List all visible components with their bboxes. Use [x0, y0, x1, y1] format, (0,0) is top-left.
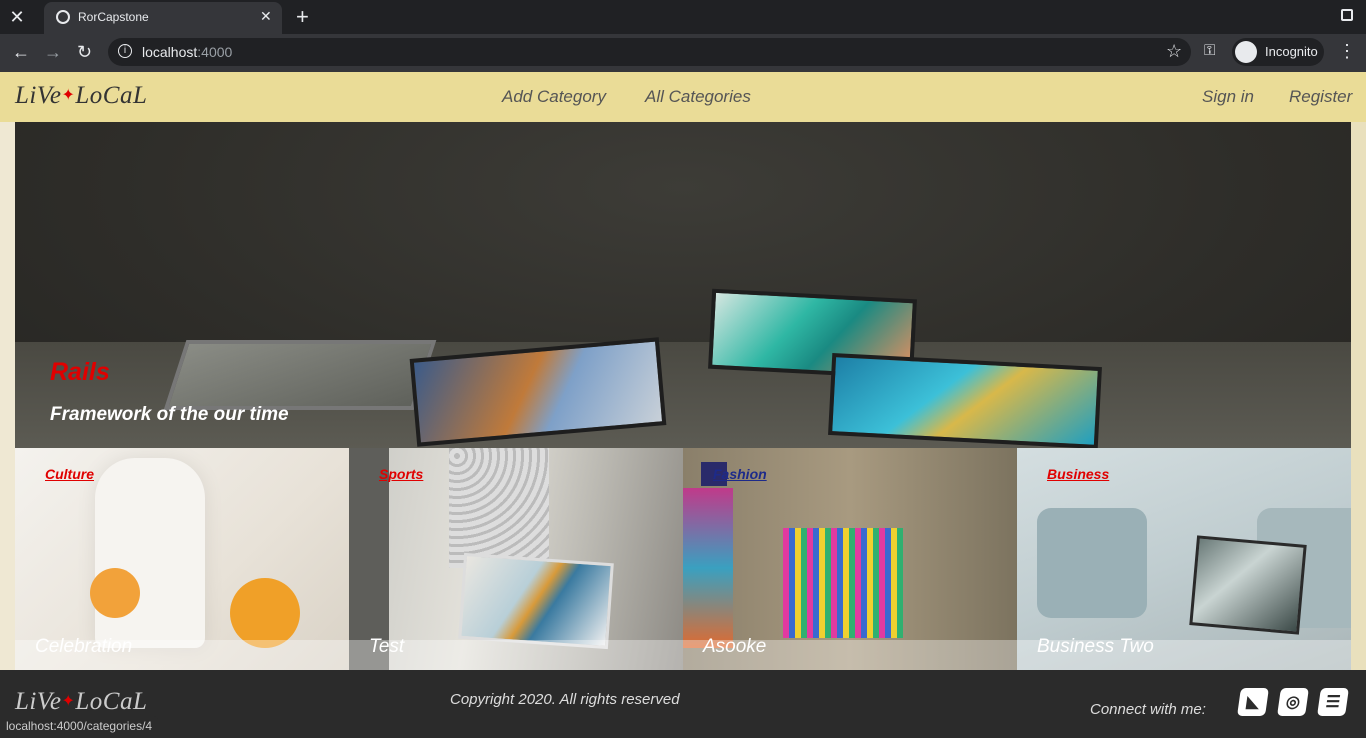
laptop-lid-image	[163, 340, 437, 410]
card-title[interactable]: Celebration	[35, 636, 132, 658]
forward-icon[interactable]: →	[44, 42, 62, 63]
browser-status-url: localhost:4000/categories/4	[0, 716, 159, 738]
card-image-orange	[230, 578, 300, 648]
category-card-business[interactable]: Business Business Two	[1017, 448, 1351, 670]
card-image-sculpture	[95, 458, 205, 648]
new-tab-icon[interactable]: +	[296, 4, 309, 30]
nav-register[interactable]: Register	[1289, 87, 1352, 107]
card-image-armchair	[1037, 508, 1147, 618]
browser-toolbar: ← → ↻ i localhost:4000 ☆	[0, 34, 1366, 72]
globe-icon	[56, 10, 70, 24]
browser-menu-icon[interactable]: ⋮	[1338, 41, 1356, 62]
tab-title: RorCapstone	[78, 10, 149, 24]
page-margin-left	[0, 122, 15, 670]
card-title[interactable]: Asooke	[703, 636, 766, 658]
site-footer: LiVe✦LoCaL Copyright 2020. All rights re…	[0, 670, 1366, 738]
incognito-icon	[1235, 41, 1257, 63]
back-icon[interactable]: ←	[12, 42, 30, 63]
connect-label: Connect with me:	[1090, 701, 1206, 718]
card-image-threads	[783, 528, 903, 638]
hero-title[interactable]: Framework of the our time	[50, 404, 289, 426]
address-bar[interactable]: i localhost:4000 ☆	[108, 38, 1191, 66]
url-text: localhost:4000	[142, 44, 233, 60]
browser-tab[interactable]: RorCapstone ✕	[44, 2, 282, 34]
key-icon[interactable]: ⚿	[1204, 42, 1215, 59]
category-card-sports[interactable]: Sports Test	[349, 448, 683, 670]
card-title[interactable]: Business Two	[1037, 636, 1154, 658]
copyright-text: Copyright 2020. All rights reserved	[450, 691, 680, 708]
url-port: :4000	[197, 44, 233, 60]
reload-icon[interactable]: ↻	[77, 42, 92, 63]
incognito-indicator[interactable]: Incognito	[1232, 38, 1324, 66]
nav-all-categories[interactable]: All Categories	[645, 87, 751, 107]
card-title[interactable]: Test	[369, 636, 404, 658]
incognito-label: Incognito	[1265, 44, 1318, 59]
category-card-culture[interactable]: Culture Celebration	[15, 448, 349, 670]
card-category-link[interactable]: Fashion	[713, 466, 767, 482]
info-icon[interactable]: i	[118, 44, 132, 58]
card-image-orange	[90, 568, 140, 618]
card-image-fabric	[683, 488, 733, 648]
social-link-icon[interactable]: ◣	[1237, 688, 1269, 716]
hero-category[interactable]: Rails	[50, 358, 110, 387]
card-image-laptop	[458, 552, 614, 650]
browser-tab-bar: ✕ RorCapstone ✕ +	[0, 0, 1366, 34]
footer-logo[interactable]: LiVe✦LoCaL	[15, 688, 147, 716]
nav-add-category[interactable]: Add Category	[502, 87, 606, 107]
card-image-panel	[449, 448, 549, 568]
card-category-link[interactable]: Culture	[45, 466, 94, 482]
page-margin-right	[1351, 122, 1366, 670]
laptop-screen-image	[828, 352, 1102, 448]
site-logo[interactable]: LiVe✦LoCaL	[15, 82, 147, 110]
social-link-icon[interactable]: ◎	[1277, 688, 1309, 716]
category-card-fashion[interactable]: Fashion Asooke	[683, 448, 1017, 670]
card-category-link[interactable]: Business	[1047, 466, 1109, 482]
social-link-icon[interactable]: ☰	[1317, 688, 1349, 716]
nav-sign-in[interactable]: Sign in	[1202, 87, 1254, 107]
bookmark-star-icon[interactable]: ☆	[1166, 41, 1182, 62]
close-tab-icon[interactable]: ✕	[260, 8, 272, 25]
featured-article-hero[interactable]: Rails Framework of the our time	[15, 122, 1351, 448]
card-category-link[interactable]: Sports	[379, 466, 423, 482]
restore-window-icon[interactable]	[1341, 9, 1353, 21]
close-window-icon[interactable]: ✕	[0, 0, 34, 34]
card-image-laptop	[1189, 535, 1307, 635]
site-navbar: LiVe✦LoCaL Add Category All Categories S…	[0, 72, 1366, 122]
